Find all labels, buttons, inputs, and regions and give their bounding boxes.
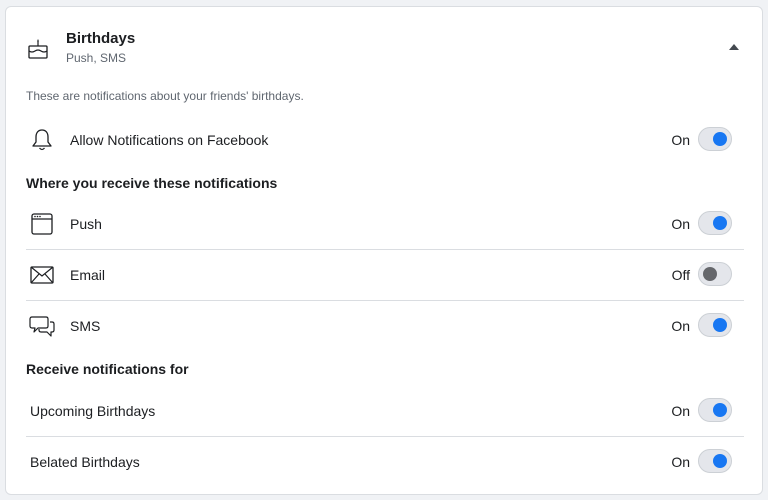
upcoming-birthdays-state: On <box>671 403 690 419</box>
email-label: Email <box>70 267 106 283</box>
sms-row[interactable]: SMS On <box>26 301 744 352</box>
allow-notifications-label: Allow Notifications on Facebook <box>70 132 269 148</box>
envelope-icon <box>30 266 54 284</box>
belated-birthdays-toggle[interactable] <box>698 449 732 473</box>
push-state: On <box>671 216 690 232</box>
upcoming-birthdays-row[interactable]: Upcoming Birthdays On <box>26 386 744 437</box>
upcoming-birthdays-label: Upcoming Birthdays <box>30 403 156 419</box>
where-section-title: Where you receive these notifications <box>26 175 278 191</box>
caret-up-icon[interactable] <box>728 43 740 51</box>
section-title: Birthdays <box>66 30 136 47</box>
email-toggle[interactable] <box>698 262 732 286</box>
bell-icon <box>32 129 52 151</box>
section-description: These are notifications about your frien… <box>26 89 304 103</box>
toggle-knob <box>713 454 727 468</box>
push-toggle[interactable] <box>698 211 732 235</box>
toggle-knob <box>713 318 727 332</box>
belated-birthdays-label: Belated Birthdays <box>30 454 140 470</box>
allow-notifications-state: On <box>671 132 690 148</box>
sms-label: SMS <box>70 318 101 334</box>
push-row[interactable]: Push On <box>26 199 744 250</box>
sms-state: On <box>671 318 690 334</box>
email-state: Off <box>671 267 690 283</box>
belated-birthdays-state: On <box>671 454 690 470</box>
email-row[interactable]: Email Off <box>26 250 744 301</box>
birthdays-settings-card: Birthdays Push, SMS These are notificati… <box>5 6 763 495</box>
chat-bubbles-icon <box>29 316 55 337</box>
push-label: Push <box>70 216 102 232</box>
belated-birthdays-row[interactable]: Belated Birthdays On <box>26 437 744 488</box>
upcoming-birthdays-toggle[interactable] <box>698 398 732 422</box>
sms-toggle[interactable] <box>698 313 732 337</box>
toggle-knob <box>713 132 727 146</box>
allow-notifications-toggle[interactable] <box>698 127 732 151</box>
receive-section-title: Receive notifications for <box>26 361 189 377</box>
browser-window-icon <box>31 213 53 235</box>
toggle-knob <box>713 216 727 230</box>
toggle-knob <box>713 403 727 417</box>
toggle-knob <box>703 267 717 281</box>
allow-notifications-row[interactable]: Allow Notifications on Facebook On <box>26 115 744 166</box>
section-header[interactable]: Birthdays Push, SMS <box>6 7 762 83</box>
cake-icon <box>28 39 48 59</box>
section-subtitle: Push, SMS <box>66 51 127 65</box>
